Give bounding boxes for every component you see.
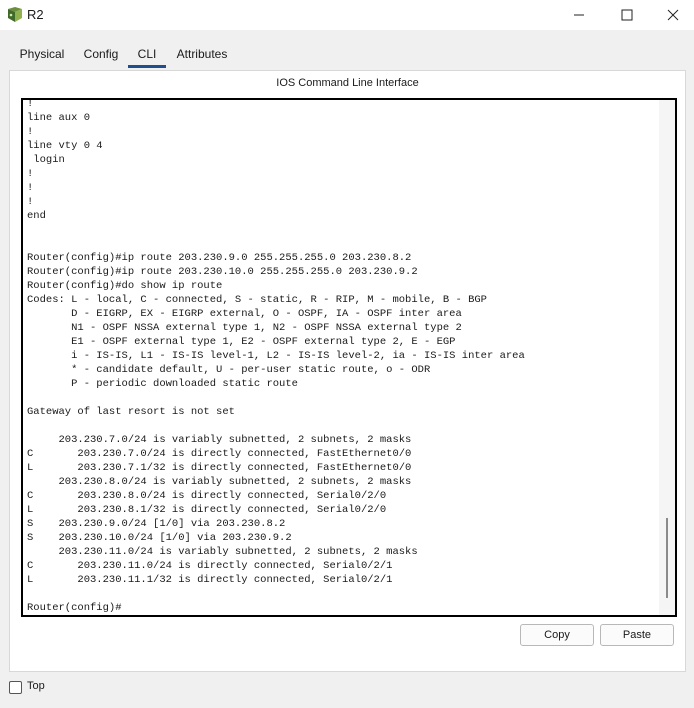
cli-panel: IOS Command Line Interface ! line aux 0 … (9, 70, 686, 672)
title-bar: R2 (0, 0, 694, 30)
tab-cli[interactable]: CLI (128, 42, 166, 68)
close-icon (667, 9, 679, 21)
terminal-scrollbar[interactable] (659, 100, 675, 615)
terminal-output[interactable]: ! line aux 0 ! line vty 0 4 login ! ! ! … (27, 100, 525, 615)
tab-config[interactable]: Config (79, 42, 123, 66)
active-tab-indicator (128, 65, 166, 68)
maximize-button[interactable] (604, 0, 650, 30)
router-icon (6, 6, 24, 24)
minimize-icon (574, 14, 584, 16)
tab-physical[interactable]: Physical (13, 42, 71, 66)
top-label: Top (27, 680, 45, 692)
close-button[interactable] (650, 0, 694, 30)
cli-terminal[interactable]: ! line aux 0 ! line vty 0 4 login ! ! ! … (21, 98, 677, 617)
maximize-icon (621, 9, 633, 21)
top-checkbox[interactable] (9, 681, 22, 694)
paste-button[interactable]: Paste (600, 624, 674, 646)
cli-heading: IOS Command Line Interface (276, 77, 419, 89)
window-title: R2 (27, 7, 44, 22)
minimize-button[interactable] (556, 0, 602, 30)
tab-attributes[interactable]: Attributes (174, 42, 230, 66)
tab-bar: Physical Config CLI Attributes (9, 42, 685, 68)
scrollbar-thumb[interactable] (666, 518, 668, 598)
tab-cli-label: CLI (137, 47, 157, 61)
copy-button[interactable]: Copy (520, 624, 594, 646)
